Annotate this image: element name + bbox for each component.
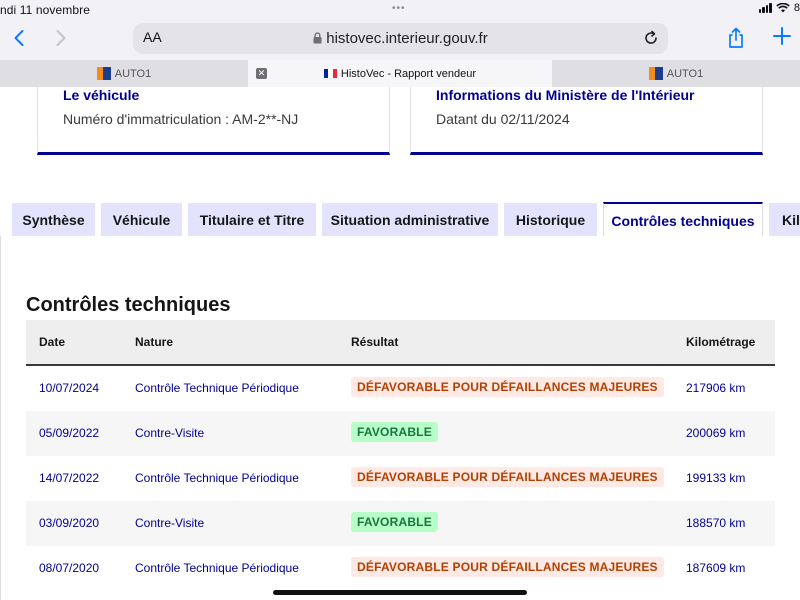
registration-number: Numéro d'immatriculation : AM-2**-NJ (63, 111, 299, 127)
table-row: 10/07/2024 Contrôle Technique Périodique… (26, 366, 775, 411)
status-badge: DÉFAVORABLE POUR DÉFAILLANCES MAJEURES (351, 377, 664, 397)
cell-date: 14/07/2022 (39, 471, 100, 485)
ministry-card: Informations du Ministère de l'Intérieur… (410, 87, 763, 155)
battery-percent: 8 (793, 2, 800, 14)
browser-tab-histovec[interactable]: ✕ HistoVec - Rapport vendeur (248, 60, 552, 87)
tab-label: AUTO1 (114, 67, 152, 80)
home-indicator[interactable] (273, 590, 527, 595)
cell-nature: Contre-Visite (135, 516, 205, 530)
lock-icon (313, 32, 322, 44)
section-title: Contrôles techniques (26, 294, 231, 316)
tab-label: AUTO1 (666, 67, 704, 80)
table-row: 03/09/2020 Contre-Visite FAVORABLE 18857… (26, 501, 775, 546)
tab-controles-techniques[interactable]: Contrôles techniques (603, 202, 763, 238)
status-indicators: 8 (758, 2, 800, 14)
forward-arrow-icon[interactable] (50, 28, 70, 48)
column-header-result: Résultat (351, 335, 399, 349)
column-header-nature: Nature (135, 335, 174, 349)
ministry-card-title: Informations du Ministère de l'Intérieur (436, 87, 695, 103)
status-badge: DÉFAVORABLE POUR DÉFAILLANCES MAJEURES (351, 467, 664, 487)
column-header-km: Kilométrage (686, 335, 756, 349)
vehicle-card-title: Le véhicule (63, 87, 140, 103)
tab-kilometrage[interactable]: Kil (769, 203, 800, 237)
cell-nature: Contrôle Technique Périodique (135, 471, 299, 485)
tab-label: HistoVec - Rapport vendeur (340, 67, 477, 80)
report-date: Datant du 02/11/2024 (436, 111, 570, 127)
new-tab-plus-icon[interactable] (772, 26, 792, 46)
status-badge: FAVORABLE (351, 422, 438, 442)
status-date: ndi 11 novembre (0, 3, 90, 17)
table-row: 14/07/2022 Contrôle Technique Périodique… (26, 456, 775, 501)
french-flag-favicon-icon (323, 69, 337, 78)
cell-date: 03/09/2020 (39, 516, 100, 530)
signal-icon (758, 3, 772, 13)
table-row: 08/07/2020 Contrôle Technique Périodique… (26, 546, 775, 591)
status-badge: FAVORABLE (351, 512, 438, 532)
vehicle-card: Le véhicule Numéro d'immatriculation : A… (37, 87, 390, 155)
back-arrow-icon[interactable] (10, 28, 30, 48)
cell-km: 200069 km (686, 426, 746, 440)
wifi-icon (776, 3, 790, 13)
cell-date: 05/09/2022 (39, 426, 100, 440)
cell-nature: Contrôle Technique Périodique (135, 381, 299, 395)
url-text: histovec.interieur.gouv.fr (326, 30, 488, 47)
tab-titulaire-titre[interactable]: Titulaire et Titre (188, 203, 316, 237)
tab-synthese[interactable]: Synthèse (12, 203, 95, 237)
browser-tab-auto1-left[interactable]: AUTO1 (0, 60, 248, 87)
multitasking-dots-icon[interactable]: ••• (392, 4, 406, 14)
url-display[interactable]: histovec.interieur.gouv.fr (133, 30, 668, 47)
table-header: Date Nature Résultat Kilométrage (26, 320, 775, 366)
cell-nature: Contrôle Technique Périodique (135, 561, 299, 575)
auto1-favicon-icon (96, 67, 111, 80)
cell-nature: Contre-Visite (135, 426, 205, 440)
close-tab-icon[interactable]: ✕ (256, 68, 267, 79)
tab-historique[interactable]: Historique (504, 203, 597, 237)
cell-date: 10/07/2024 (39, 381, 100, 395)
table-row: 05/09/2022 Contre-Visite FAVORABLE 20006… (26, 411, 775, 456)
cell-km: 187609 km (686, 561, 746, 575)
browser-toolbar: AA histovec.interieur.gouv.fr (0, 20, 800, 60)
tab-situation-administrative[interactable]: Situation administrative (322, 203, 498, 237)
cell-km: 217906 km (686, 381, 746, 395)
browser-tabs: AUTO1 ✕ HistoVec - Rapport vendeur AUTO1 (0, 60, 800, 87)
cell-km: 188570 km (686, 516, 746, 530)
cell-date: 08/07/2020 (39, 561, 100, 575)
status-badge: DÉFAVORABLE POUR DÉFAILLANCES MAJEURES (351, 557, 664, 577)
address-bar[interactable]: AA histovec.interieur.gouv.fr (133, 23, 668, 54)
column-header-date: Date (39, 335, 66, 349)
status-bar: ndi 11 novembre ••• 8 (0, 0, 800, 20)
browser-tab-auto1-right[interactable]: AUTO1 (552, 60, 800, 87)
controles-table: Date Nature Résultat Kilométrage 10/07/2… (26, 320, 775, 591)
controles-panel: Contrôles techniques Date Nature Résulta… (0, 236, 800, 600)
auto1-favicon-icon (648, 67, 663, 80)
tab-vehicule[interactable]: Véhicule (101, 203, 182, 237)
section-tabs: Synthèse Véhicule Titulaire et Titre Sit… (0, 202, 800, 238)
reload-icon[interactable] (642, 29, 660, 47)
cell-km: 199133 km (686, 471, 746, 485)
share-icon[interactable] (726, 26, 746, 50)
